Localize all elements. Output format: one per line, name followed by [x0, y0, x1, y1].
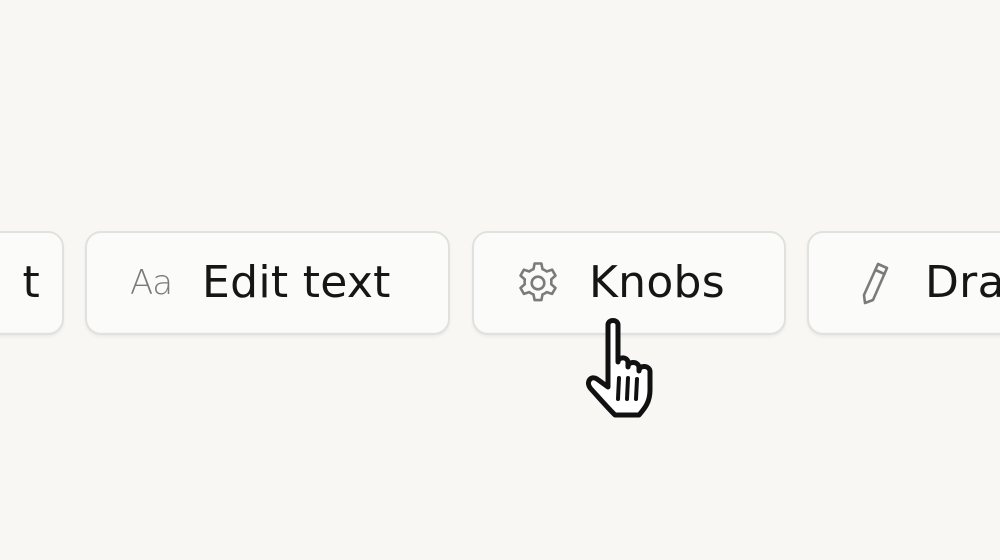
edit-text-label: Edit text [202, 257, 391, 308]
text-format-icon: Aa [129, 263, 173, 303]
knobs-button[interactable]: Knobs [472, 231, 786, 335]
knobs-label: Knobs [589, 257, 726, 308]
toolbar-item-previous[interactable]: t [0, 231, 64, 335]
draw-label: Dra [925, 257, 1000, 308]
toolbar: t Aa Edit text Knobs Dra [0, 0, 1000, 560]
draw-button[interactable]: Dra [807, 231, 1000, 335]
edit-text-button[interactable]: Aa Edit text [85, 231, 450, 335]
gear-icon [514, 259, 562, 307]
pencil-icon [857, 259, 893, 307]
toolbar-item-label: t [22, 257, 40, 308]
